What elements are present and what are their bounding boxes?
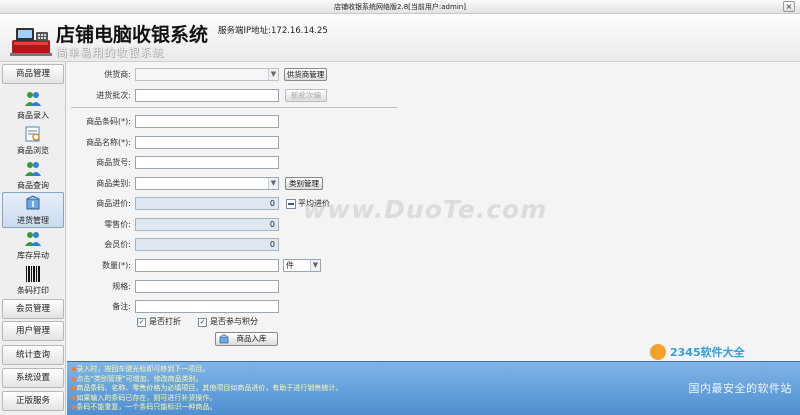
nav-statistics-query[interactable]: 统计查询: [2, 345, 64, 365]
app-header: 店铺电脑收银系统 服务端IP地址:172.16.14.25 简单易用的收银系统: [0, 14, 800, 62]
batch-input[interactable]: [135, 89, 279, 102]
stock-in-button-label: 商品入库: [236, 334, 267, 343]
purchase-price-input[interactable]: 0: [135, 197, 279, 210]
spec-input[interactable]: [135, 280, 279, 293]
tip-line: ◆录入时，按回车键光标即可移到下一项目。: [71, 365, 210, 373]
stock-in-button[interactable]: 商品入库: [215, 332, 278, 346]
slogan-watermark: 国内最安全的软件站: [688, 382, 792, 395]
quantity-input[interactable]: [135, 259, 279, 272]
browse-icon: [25, 126, 40, 142]
sidebar-item-goods-entry[interactable]: 商品录入: [2, 88, 64, 124]
sidebar-item-label: 商品录入: [17, 111, 49, 120]
duote-watermark: www.DuoTe.com: [303, 195, 548, 224]
tip-line: ◆条码不能重复，一个条码只能标识一种商品。: [71, 403, 217, 412]
sidebar-item-label: 进货管理: [17, 216, 49, 225]
points-checkbox[interactable]: ✓: [198, 318, 207, 327]
server-ip-label: 服务端IP地址:172.16.14.25: [218, 26, 328, 36]
supplier-select[interactable]: ▼: [135, 68, 279, 81]
average-price-icon: [286, 199, 296, 209]
sidebar-item-label: 商品查询: [17, 181, 49, 190]
unit-select[interactable]: 件 ▼: [283, 259, 321, 272]
barcode-icon: [26, 266, 40, 282]
chevron-down-icon: ▼: [268, 178, 278, 189]
discount-checkbox-label: 是否打折: [149, 317, 181, 326]
category-select[interactable]: ▼: [135, 177, 279, 190]
sidebar-item-goods-query[interactable]: 商品查询: [2, 158, 64, 194]
barcode-input[interactable]: [135, 115, 279, 128]
sidebar-item-label: 条码打印: [17, 286, 49, 295]
discount-checkbox[interactable]: ✓: [137, 318, 146, 327]
brand-watermark-text: 2345软件大全: [670, 346, 745, 359]
member-price-input[interactable]: 0: [135, 238, 279, 251]
window-title-bar: 店铺收银系统网络版2.8[当前用户:admin] ×: [0, 0, 800, 14]
chevron-down-icon: ▼: [268, 69, 278, 80]
brand-logo-icon: [650, 344, 666, 360]
form-divider: [71, 107, 397, 108]
stock-in-icon: [219, 334, 229, 344]
sidebar-item-stock-management[interactable]: 进货管理: [2, 192, 64, 228]
points-checkbox-label: 是否参与积分: [210, 317, 258, 326]
item-no-input[interactable]: [135, 156, 279, 169]
app-title: 店铺电脑收银系统: [56, 24, 209, 46]
supplier-label: 供货商:: [104, 70, 131, 79]
remark-label: 备注:: [112, 302, 131, 311]
spec-label: 规格:: [112, 282, 131, 291]
barcode-label: 商品条码(*):: [86, 117, 131, 126]
name-input[interactable]: [135, 136, 279, 149]
sidebar-item-barcode-print[interactable]: 条码打印: [2, 263, 64, 299]
category-manage-button[interactable]: 类别管理: [285, 177, 323, 190]
category-label: 商品类别:: [96, 179, 131, 188]
brand-watermark: 2345软件大全: [636, 344, 796, 360]
close-icon[interactable]: ×: [783, 1, 795, 12]
cash-register-icon: [10, 28, 52, 56]
window-title: 店铺收银系统网络版2.8[当前用户:admin]: [334, 3, 466, 11]
item-no-label: 商品货号:: [96, 158, 131, 167]
supplier-manage-button[interactable]: 供货商管理: [284, 68, 327, 81]
new-batch-button[interactable]: 新批次编: [285, 89, 327, 102]
batch-label: 进货批次:: [96, 91, 131, 100]
nav-user-management[interactable]: 用户管理: [2, 321, 64, 341]
chevron-down-icon: ▼: [310, 260, 320, 271]
remark-input[interactable]: [135, 300, 279, 313]
nav-goods-management[interactable]: 商品管理: [2, 64, 64, 84]
people-icon: [25, 92, 41, 106]
app-subtitle: 简单易用的收银系统: [56, 46, 164, 59]
retail-price-input[interactable]: 0: [135, 218, 279, 231]
sidebar-item-label: 库存异动: [17, 251, 49, 260]
people-move-icon: [25, 232, 41, 246]
nav-member-management[interactable]: 会员管理: [2, 299, 64, 319]
sidebar-item-inventory-change[interactable]: 库存异动: [2, 228, 64, 264]
quantity-label: 数量(*):: [102, 261, 131, 270]
sidebar: 商品管理 商品录入 商品浏览 商品查询 进货管理 库存异动 条码打印 会员管理 …: [0, 62, 66, 415]
nav-system-settings[interactable]: 系统设置: [2, 368, 64, 388]
retail-price-label: 零售价:: [104, 220, 131, 229]
purchase-price-label: 商品进价:: [96, 199, 131, 208]
sidebar-item-label: 商品浏览: [17, 146, 49, 155]
people-search-icon: [25, 162, 41, 176]
name-label: 商品名称(*):: [86, 138, 131, 147]
sidebar-item-goods-browse[interactable]: 商品浏览: [2, 123, 64, 159]
stock-in-icon: [26, 195, 40, 210]
nav-genuine-service[interactable]: 正版服务: [2, 391, 64, 411]
member-price-label: 会员价:: [104, 240, 131, 249]
